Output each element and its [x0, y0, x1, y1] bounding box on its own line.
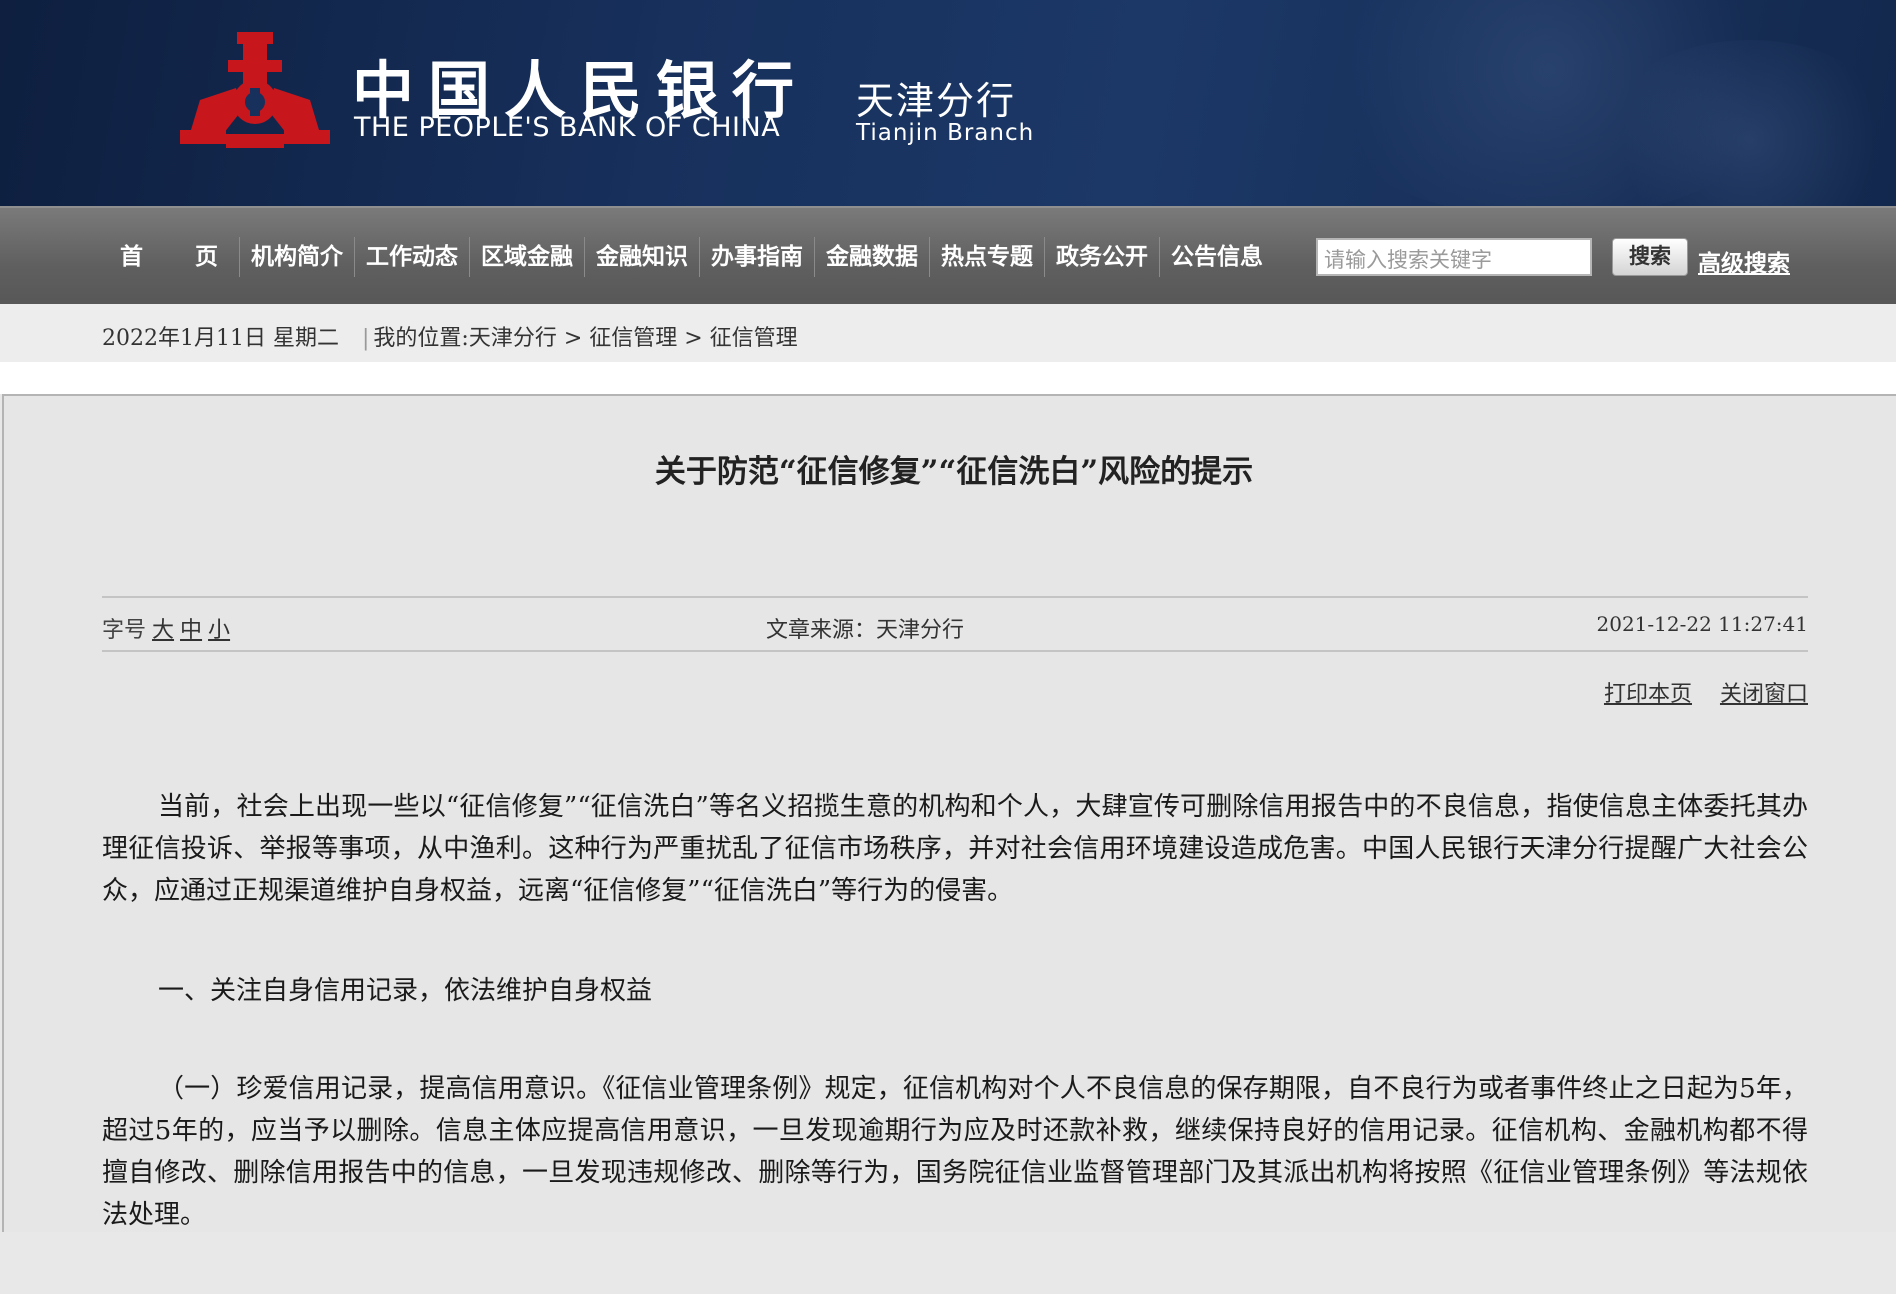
branch-name-en: Tianjin Branch [856, 120, 1035, 146]
nav-items: 首页 机构简介 工作动态 区域金融 金融知识 办事指南 金融数据 热点专题 政务… [110, 208, 1274, 306]
article-paragraph: 当前，社会上出现一些以“征信修复”“征信洗白”等名义招揽生意的机构和个人，大肆宣… [102, 792, 1808, 906]
nav-service-guide[interactable]: 办事指南 [699, 237, 814, 277]
font-small-link[interactable]: 小 [208, 618, 230, 643]
article-section-heading: 一、关注自身信用记录，依法维护自身权益 [158, 976, 653, 1006]
nav-home-second-char: 页 [195, 243, 218, 270]
breadcrumb: | 我的位置:天津分行 > 征信管理 > 征信管理 [362, 320, 798, 352]
article-title: 关于防范“征信修复”“征信洗白”风险的提示 [654, 454, 1254, 490]
font-medium-link[interactable]: 中 [180, 618, 202, 643]
nav-government-affairs[interactable]: 政务公开 [1044, 237, 1159, 277]
article-meta-bar: 字号大中小 文章来源：天津分行 2021-12-22 11:27:41 [102, 596, 1808, 652]
advanced-search-link[interactable]: 高级搜索 [1698, 244, 1790, 278]
current-date: 2022年1月11日 星期二 [102, 326, 339, 351]
font-size-switcher: 字号大中小 [102, 612, 230, 644]
font-size-label: 字号 [102, 618, 147, 643]
nav-hot-topics[interactable]: 热点专题 [929, 237, 1044, 277]
nav-institution-intro[interactable]: 机构简介 [239, 237, 354, 277]
font-large-link[interactable]: 大 [152, 618, 174, 643]
nav-work-news[interactable]: 工作动态 [354, 237, 469, 277]
article-actions: 打印本页 关闭窗口 [1576, 676, 1808, 708]
nav-finance-data[interactable]: 金融数据 [814, 237, 929, 277]
pboc-emblem-icon [180, 32, 330, 148]
nav-home-first-char: 首 [120, 243, 143, 270]
search-button[interactable]: 搜索 [1612, 238, 1688, 276]
bank-name-en: THE PEOPLE'S BANK OF CHINA [354, 112, 781, 143]
breadcrumb-location[interactable]: 我的位置:天津分行 > 征信管理 > 征信管理 [373, 326, 797, 351]
article-source: 文章来源：天津分行 [766, 618, 965, 643]
main-nav: 首页 机构简介 工作动态 区域金融 金融知识 办事指南 金融数据 热点专题 政务… [0, 206, 1896, 306]
print-page-link[interactable]: 打印本页 [1604, 682, 1692, 707]
breadcrumb-bar: 2022年1月11日 星期二 | 我的位置:天津分行 > 征信管理 > 征信管理 [0, 304, 1896, 363]
article-panel: 关于防范“征信修复”“征信洗白”风险的提示 字号大中小 文章来源：天津分行 20… [2, 394, 1896, 1232]
nav-regional-finance[interactable]: 区域金融 [469, 237, 584, 277]
nav-announcements[interactable]: 公告信息 [1159, 237, 1274, 277]
close-window-link[interactable]: 关闭窗口 [1720, 682, 1808, 707]
breadcrumb-separator: | [362, 326, 370, 351]
branch-name-cn: 天津分行 [856, 79, 1017, 123]
spacer-strip [0, 362, 1896, 394]
header-banner: 中国人民银行 THE PEOPLE'S BANK OF CHINA 天津分行 T… [0, 0, 1896, 206]
nav-finance-knowledge[interactable]: 金融知识 [584, 237, 699, 277]
article-body: 当前，社会上出现一些以“征信修复”“征信洗白”等名义招揽生意的机构和个人，大肆宣… [102, 786, 1808, 1294]
search-input[interactable]: 请输入搜索关键字 [1316, 238, 1592, 276]
article-paragraph: （一）珍爱信用记录，提高信用意识。《征信业管理条例》规定，征信机构对个人不良信息… [102, 1074, 1808, 1230]
nav-home[interactable]: 首页 [110, 237, 239, 277]
publish-time: 2021-12-22 11:27:41 [1596, 612, 1809, 636]
